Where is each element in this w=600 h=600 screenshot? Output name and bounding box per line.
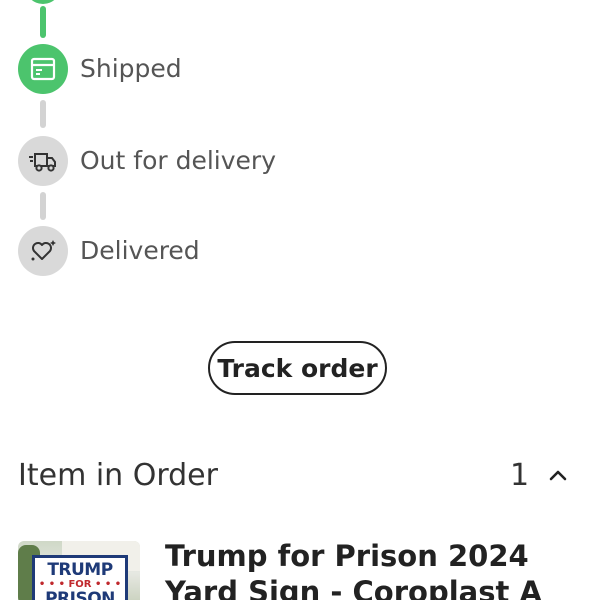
thumbnail-yard-sign: TRUMP • • • FOR • • • PRISON (32, 555, 128, 600)
track-order-button[interactable]: Track order (208, 341, 387, 395)
sign-text-line-3: PRISON (45, 589, 115, 600)
item-thumbnail[interactable]: TRUMP • • • FOR • • • PRISON (18, 541, 140, 600)
step-label-out-for-delivery: Out for delivery (80, 146, 276, 175)
box-icon (18, 44, 68, 94)
timeline-connector-complete (40, 6, 46, 38)
order-status-screen: Shipped Out for delivery Delivered Track… (0, 0, 600, 600)
section-title: Item in Order (18, 458, 218, 493)
item-count: 1 (510, 458, 530, 493)
truck-icon (18, 136, 68, 186)
sign-text-line-1: TRUMP (47, 560, 113, 580)
chevron-up-icon[interactable] (546, 464, 570, 488)
item-title-link[interactable]: Trump for Prison 2024 Yard Sign - Coropl… (165, 538, 585, 600)
timeline-connector-pending (40, 192, 46, 220)
step-label-delivered: Delivered (80, 236, 200, 265)
heart-icon (18, 226, 68, 276)
previous-step-indicator (25, 0, 61, 4)
timeline-connector-pending (40, 100, 46, 128)
step-label-shipped: Shipped (80, 54, 182, 83)
